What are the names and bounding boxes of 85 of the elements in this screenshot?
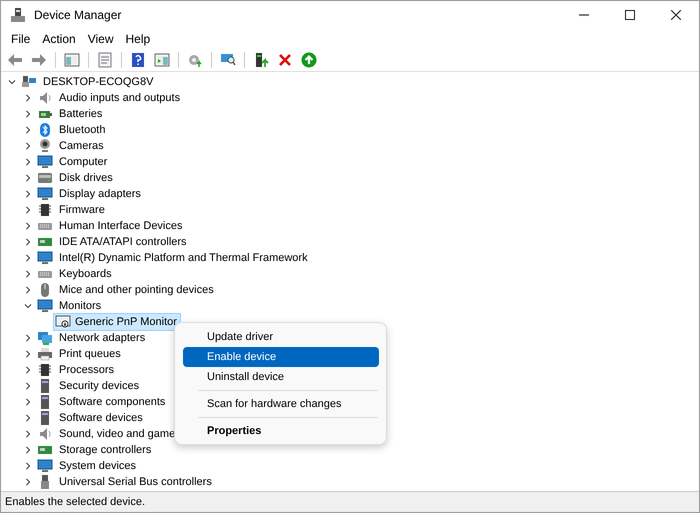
tree-item[interactable]: Display adapters	[57, 186, 143, 202]
webcam-icon	[37, 138, 53, 154]
tree-item[interactable]: Software components	[57, 394, 168, 410]
tree-item[interactable]: Batteries	[57, 106, 104, 122]
speaker-icon	[37, 90, 53, 106]
expand-chevron-icon[interactable]	[23, 93, 33, 103]
expand-chevron-icon[interactable]	[23, 221, 33, 231]
close-icon	[671, 10, 681, 20]
tree-item[interactable]: Sound, video and game	[57, 426, 178, 442]
monitor-icon	[37, 250, 53, 266]
menu-item[interactable]: Uninstall device	[183, 367, 379, 387]
monitor-icon	[37, 186, 53, 202]
tree-item[interactable]: Processors	[57, 362, 116, 378]
expand-chevron-icon[interactable]	[23, 429, 33, 439]
tree-item[interactable]: Keyboards	[57, 266, 114, 282]
tree-item[interactable]: Human Interface Devices	[57, 218, 184, 234]
status-text: Enables the selected device.	[5, 496, 146, 508]
computer-icon	[21, 74, 37, 90]
tree-item[interactable]: System devices	[57, 458, 138, 474]
tree-item[interactable]: Monitors	[57, 298, 104, 314]
tree-item[interactable]: IDE ATA/ATAPI controllers	[57, 234, 189, 250]
tree-item[interactable]: Network adapters	[57, 330, 148, 346]
tree-item[interactable]: Bluetooth	[57, 122, 108, 138]
tree-item[interactable]: Intel(R) Dynamic Platform and Thermal Framework	[57, 250, 310, 266]
expand-chevron-icon[interactable]	[23, 189, 33, 199]
device-manager-icon	[10, 7, 26, 23]
expand-chevron-icon[interactable]	[23, 253, 33, 263]
menu-item[interactable]: Enable device	[183, 347, 379, 367]
menu-item[interactable]: View	[82, 32, 120, 46]
expand-chevron-icon[interactable]	[23, 397, 33, 407]
tree-item[interactable]: DESKTOP-ECOQG8V	[41, 74, 156, 90]
expand-chevron-icon[interactable]	[23, 333, 33, 343]
menu-item[interactable]: Help	[120, 32, 156, 46]
monitor-icon	[55, 314, 71, 330]
collapse-chevron-icon[interactable]	[7, 77, 17, 87]
disk-drive-icon	[37, 170, 53, 186]
menu-item[interactable]: Action	[36, 32, 82, 46]
tree-item[interactable]: Disk drives	[57, 170, 115, 186]
tree-item[interactable]: Universal Serial Bus controllers	[57, 474, 214, 490]
menu-item[interactable]: Scan for hardware changes	[183, 394, 379, 414]
expand-chevron-icon[interactable]	[23, 205, 33, 215]
monitor-icon	[37, 154, 53, 170]
action-pane-icon[interactable]	[152, 52, 172, 68]
expand-chevron-icon[interactable]	[23, 477, 33, 487]
tree-item[interactable]: Print queues	[57, 346, 123, 362]
network-monitors-icon	[37, 330, 53, 346]
menu-item[interactable]: File	[5, 32, 36, 46]
tree-item[interactable]: Firmware	[57, 202, 107, 218]
monitor-search-icon[interactable]	[218, 52, 238, 68]
expand-chevron-icon[interactable]	[23, 413, 33, 423]
console-tree-icon[interactable]	[62, 52, 82, 68]
chip-icon	[37, 362, 53, 378]
tree-item[interactable]: Mice and other pointing devices	[57, 282, 216, 298]
tree-item[interactable]: Software devices	[57, 410, 145, 426]
collapse-chevron-icon[interactable]	[23, 301, 33, 311]
window-title: Device Manager	[34, 8, 122, 22]
maximize-icon	[625, 10, 635, 20]
printer-icon	[37, 346, 53, 362]
tree-item[interactable]: Storage controllers	[57, 442, 154, 458]
expand-chevron-icon[interactable]	[23, 365, 33, 375]
menu-item[interactable]: Update driver	[183, 327, 379, 347]
expand-chevron-icon[interactable]	[23, 349, 33, 359]
forward-arrow-icon[interactable]	[29, 52, 49, 68]
expand-chevron-icon[interactable]	[23, 445, 33, 455]
expand-chevron-icon[interactable]	[23, 285, 33, 295]
monitor-icon	[37, 458, 53, 474]
speaker-icon	[37, 426, 53, 442]
tree-item[interactable]: Cameras	[57, 138, 106, 154]
tree-item[interactable]: Generic PnP Monitor	[54, 314, 180, 330]
expand-chevron-icon[interactable]	[23, 269, 33, 279]
expand-chevron-icon[interactable]	[23, 461, 33, 471]
expand-chevron-icon[interactable]	[23, 237, 33, 247]
expand-chevron-icon[interactable]	[23, 141, 33, 151]
tree-item[interactable]: Audio inputs and outputs	[57, 90, 182, 106]
expand-chevron-icon[interactable]	[23, 109, 33, 119]
menu-item[interactable]: Properties	[183, 421, 379, 441]
chip-icon	[37, 202, 53, 218]
expand-chevron-icon[interactable]	[23, 381, 33, 391]
expand-chevron-icon[interactable]	[23, 125, 33, 135]
expand-chevron-icon[interactable]	[23, 157, 33, 167]
expand-chevron-icon[interactable]	[23, 173, 33, 183]
tree-item[interactable]: Security devices	[57, 378, 142, 394]
monitor-icon	[37, 298, 53, 314]
bluetooth-icon	[37, 122, 53, 138]
tree-item[interactable]: Computer	[57, 154, 110, 170]
